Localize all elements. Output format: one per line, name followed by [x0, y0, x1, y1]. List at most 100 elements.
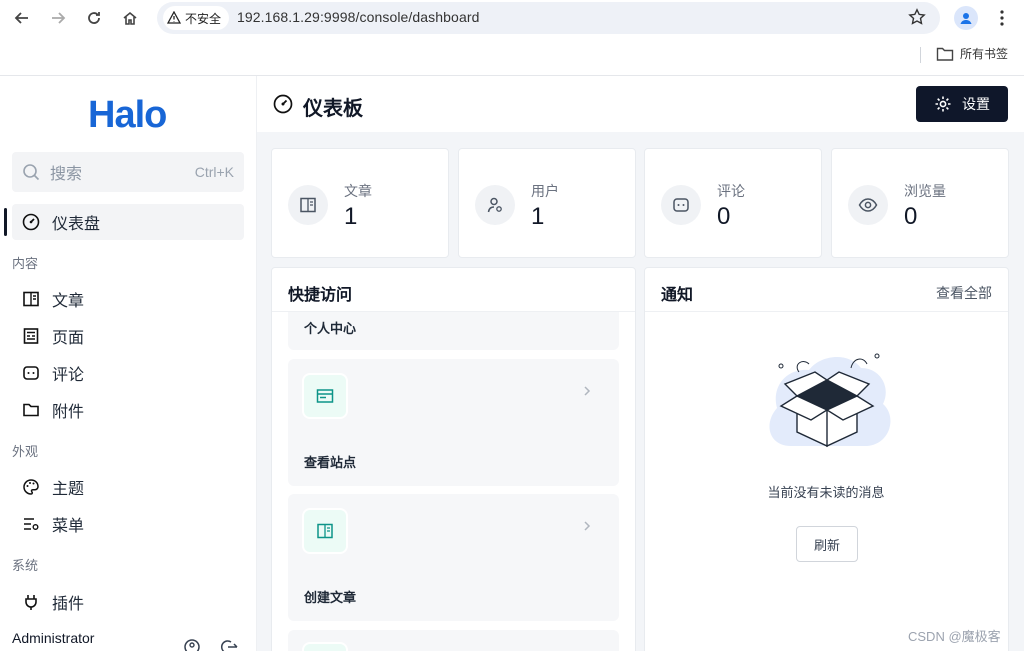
palette-icon: [23, 479, 39, 495]
folder-icon: [23, 403, 39, 417]
settings-button[interactable]: 设置: [916, 86, 1008, 122]
sidebar: Halo 搜索 Ctrl+K 仪表盘 内容 文章 页面 评论 附件 外观 主题 …: [0, 76, 257, 651]
book-icon: [23, 291, 39, 307]
group-label-appearance: 外观: [12, 444, 39, 459]
url-text[interactable]: 192.168.1.29:9998/console/dashboard: [237, 9, 479, 25]
quick-access-item-view-site[interactable]: 查看站点: [288, 359, 619, 486]
address-bar[interactable]: 不安全 192.168.1.29:9998/console/dashboard: [157, 2, 940, 34]
stat-value: 1: [531, 203, 545, 230]
reload-icon[interactable]: [82, 6, 106, 30]
main-content: 仪表板 设置 文章 1 用户 1 评论 0 浏览量 0 快捷访问 个人中心 查看…: [257, 76, 1024, 651]
active-indicator: [4, 208, 7, 236]
browser-menu-icon[interactable]: [992, 6, 1012, 30]
sidebar-item-comments[interactable]: 评论: [12, 355, 244, 391]
empty-message: 当前没有未读的消息: [767, 485, 885, 500]
quick-access-label: 个人中心: [304, 321, 357, 336]
sidebar-item-label: 页面: [52, 330, 85, 347]
sidebar-item-label: 主题: [52, 481, 85, 498]
back-icon[interactable]: [10, 6, 34, 30]
page-header: 仪表板 设置: [257, 76, 1024, 132]
all-bookmarks-label: 所有书签: [960, 47, 1009, 61]
profile-circle-icon[interactable]: [184, 639, 200, 651]
search-input[interactable]: 搜索 Ctrl+K: [12, 152, 244, 192]
book-icon: [288, 185, 328, 225]
refresh-button[interactable]: 刷新: [796, 526, 858, 562]
watermark: CSDN @魔极客: [908, 629, 1001, 644]
eye-icon: [848, 185, 888, 225]
gauge-icon: [22, 213, 40, 231]
view-all-link[interactable]: 查看全部: [936, 283, 992, 303]
stat-card-users[interactable]: 用户 1: [458, 148, 636, 258]
bookmarks-divider: [920, 47, 921, 63]
sidebar-item-menus[interactable]: 菜单: [12, 506, 244, 542]
stat-card-comments[interactable]: 评论 0: [644, 148, 822, 258]
notifications-title: 通知: [661, 287, 694, 304]
home-icon[interactable]: [118, 6, 142, 30]
profile-icon[interactable]: [954, 6, 978, 30]
page-title: 仪表板: [303, 98, 363, 120]
chevron-right-icon: [583, 385, 591, 397]
quick-access-item-profile[interactable]: 个人中心: [288, 312, 619, 350]
card-header: 通知 查看全部: [645, 268, 1008, 312]
card-header: 快捷访问: [272, 268, 635, 312]
book-icon: [302, 508, 348, 554]
page-icon: [23, 328, 39, 344]
plug-icon: [25, 595, 37, 610]
sidebar-item-posts[interactable]: 文章: [12, 281, 244, 317]
sidebar-item-attachments[interactable]: 附件: [12, 392, 244, 428]
user-gear-icon: [475, 185, 515, 225]
stat-value: 1: [344, 203, 358, 230]
quick-access-label: 查看站点: [304, 455, 357, 470]
quick-access-item-new-post[interactable]: 创建文章: [288, 494, 619, 621]
user-name: Administrator: [12, 630, 95, 646]
chevron-right-icon: [583, 520, 591, 532]
empty-box-illustration: [769, 353, 891, 448]
quick-access-title: 快捷访问: [288, 287, 353, 304]
comment-icon: [23, 366, 39, 380]
sidebar-item-pages[interactable]: 页面: [12, 318, 244, 354]
stat-card-posts[interactable]: 文章 1: [271, 148, 449, 258]
sidebar-item-label: 插件: [52, 596, 85, 613]
sidebar-item-label: 评论: [52, 367, 85, 384]
sidebar-item-label: 文章: [52, 293, 85, 310]
search-shortcut: Ctrl+K: [194, 164, 234, 180]
stat-label: 评论: [717, 183, 745, 199]
search-icon: [23, 164, 40, 181]
sidebar-item-themes[interactable]: 主题: [12, 469, 244, 505]
group-label-content: 内容: [12, 256, 39, 271]
dashboard-gauge-icon: [273, 94, 293, 114]
group-label-system: 系统: [12, 558, 39, 573]
logout-icon[interactable]: [220, 639, 238, 651]
sidebar-item-label: 菜单: [52, 518, 85, 535]
notifications-card: 通知 查看全部 当前没有未读的消息 刷新: [644, 267, 1009, 651]
forward-icon[interactable]: [46, 6, 70, 30]
browser-window-icon: [302, 373, 348, 419]
sidebar-item-plugins[interactable]: 插件: [12, 584, 244, 620]
comment-icon: [661, 185, 701, 225]
stat-label: 用户: [531, 183, 559, 199]
stat-card-views[interactable]: 浏览量 0: [831, 148, 1009, 258]
stat-label: 文章: [344, 183, 372, 199]
quick-access-item-more[interactable]: [288, 630, 619, 651]
folder-icon: [936, 47, 954, 61]
gear-icon: [935, 96, 951, 112]
quick-access-label: 创建文章: [304, 590, 357, 605]
settings-label: 设置: [962, 96, 990, 112]
stat-value: 0: [717, 203, 731, 230]
all-bookmarks-button[interactable]: 所有书签: [936, 45, 1008, 62]
sidebar-item-label: 附件: [52, 404, 85, 421]
search-placeholder: 搜索: [50, 166, 83, 183]
stat-value: 0: [904, 203, 918, 230]
menu-settings-icon: [24, 518, 39, 530]
sidebar-item-dashboard[interactable]: 仪表盘: [12, 204, 244, 240]
quick-access-icon: [302, 642, 348, 651]
security-chip[interactable]: 不安全: [163, 6, 230, 30]
quick-access-card: 快捷访问 个人中心 查看站点 创建文章: [271, 267, 636, 651]
security-label: 不安全: [185, 11, 222, 26]
browser-chrome: 不安全 192.168.1.29:9998/console/dashboard …: [0, 0, 1024, 76]
bookmark-star-icon[interactable]: [908, 8, 926, 26]
halo-logo[interactable]: Halo: [88, 94, 167, 137]
warning-icon: [167, 11, 181, 24]
stat-label: 浏览量: [904, 183, 946, 199]
sidebar-item-label: 仪表盘: [52, 216, 101, 233]
